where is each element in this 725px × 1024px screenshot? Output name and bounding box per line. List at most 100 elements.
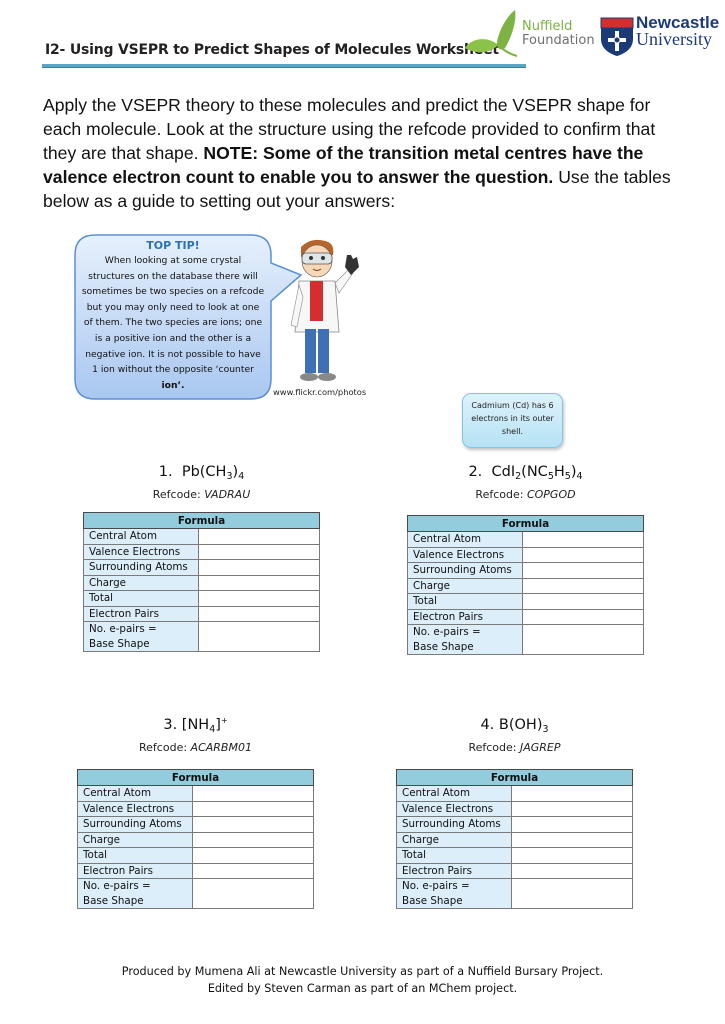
answer-cell[interactable] <box>511 878 633 909</box>
tip-text: TOP TIP! When looking at some crystal st… <box>81 239 265 393</box>
answer-cell[interactable] <box>192 800 314 817</box>
answer-cell[interactable] <box>198 590 320 607</box>
table-row: Central Atom <box>396 785 633 802</box>
table-row: Valence Electrons <box>396 800 633 817</box>
table-row: Total <box>407 593 644 610</box>
table-header: Formula <box>83 512 320 529</box>
table-row: No. e-pairs = Base Shape <box>407 624 644 655</box>
table-row: Valence Electrons <box>83 543 320 560</box>
table-row: Charge <box>407 577 644 594</box>
worksheet-title: I2- Using VSEPR to Predict Shapes of Mol… <box>45 42 499 58</box>
table-row: Surrounding Atoms <box>83 559 320 576</box>
answer-cell[interactable] <box>522 546 644 563</box>
molecule-3-title: 3. [NH4]+ <box>77 716 314 735</box>
table-row: Charge <box>396 831 633 848</box>
answer-cell[interactable] <box>522 593 644 610</box>
answer-cell[interactable] <box>192 785 314 802</box>
answer-cell[interactable] <box>511 831 633 848</box>
nuffield-wordmark: Nuffield Foundation <box>522 20 595 48</box>
newcastle-line2: University <box>636 29 712 49</box>
answer-cell[interactable] <box>511 816 633 833</box>
answer-cell[interactable] <box>192 862 314 879</box>
footer-line-1: Produced by Mumena Ali at Newcastle Univ… <box>121 965 604 978</box>
table-row: Surrounding Atoms <box>407 562 644 579</box>
footer: Produced by Mumena Ali at Newcastle Univ… <box>0 963 725 997</box>
answer-cell[interactable] <box>522 624 644 655</box>
formula-table-2: Formula Central Atom Valence Electrons S… <box>407 515 644 655</box>
table-row: Electron Pairs <box>77 862 314 879</box>
answer-cell[interactable] <box>522 608 644 625</box>
answer-cell[interactable] <box>522 562 644 579</box>
table-row: Surrounding Atoms <box>396 816 633 833</box>
newcastle-wordmark: Newcastle University <box>636 14 719 48</box>
answer-cell[interactable] <box>198 543 320 560</box>
molecule-4-title: 4. B(OH)3 <box>396 717 633 735</box>
refcode-value: COPGOD <box>526 488 576 501</box>
scientist-cartoon-icon <box>287 237 367 387</box>
nuffield-line2: Foundation <box>522 33 595 48</box>
answer-cell[interactable] <box>192 878 314 909</box>
answer-cell[interactable] <box>192 831 314 848</box>
answer-cell[interactable] <box>198 528 320 545</box>
refcode-value: VADRAU <box>204 488 251 501</box>
table-row: Surrounding Atoms <box>77 816 314 833</box>
table-header: Formula <box>396 769 633 786</box>
table-row: Charge <box>83 574 320 591</box>
nuffield-line1: Nuffield <box>522 19 573 34</box>
molecule-number: 3. <box>163 717 178 733</box>
top-tip-bubble: TOP TIP! When looking at some crystal st… <box>73 233 303 400</box>
table-header: Formula <box>77 769 314 786</box>
table-row: Total <box>77 847 314 864</box>
molecule-1-title: 1. Pb(CH3)4 <box>83 464 320 482</box>
answer-cell[interactable] <box>511 847 633 864</box>
table-row: Valence Electrons <box>407 546 644 563</box>
answer-cell[interactable] <box>192 847 314 864</box>
answer-cell[interactable] <box>192 816 314 833</box>
molecule-1-refcode: Refcode: VADRAU <box>152 488 251 501</box>
answer-cell[interactable] <box>511 785 633 802</box>
answer-cell[interactable] <box>511 800 633 817</box>
molecule-number: 2. <box>468 464 483 480</box>
answer-cell[interactable] <box>198 559 320 576</box>
answer-cell[interactable] <box>198 574 320 591</box>
molecule-formula: Pb(CH3)4 <box>181 464 245 482</box>
answer-cell[interactable] <box>198 621 320 652</box>
table-row: No. e-pairs = Base Shape <box>77 878 314 909</box>
footer-line-2: Edited by Steven Carman as part of an MC… <box>207 982 518 995</box>
image-credit: www.flickr.com/photos <box>273 387 367 397</box>
formula-table-3: Formula Central Atom Valence Electrons S… <box>77 769 314 909</box>
table-row: Central Atom <box>407 531 644 548</box>
tip-body-bold: ion’. <box>161 379 185 391</box>
molecule-number: 1. <box>158 464 173 480</box>
molecule-3-refcode: Refcode: ACARBM01 <box>139 741 252 754</box>
refcode-value: JAGREP <box>520 741 561 754</box>
answer-cell[interactable] <box>198 605 320 622</box>
molecule-formula: [NH4]+ <box>181 716 228 735</box>
table-row: Electron Pairs <box>83 605 320 622</box>
refcode-value: ACARBM01 <box>190 741 252 754</box>
table-row: Total <box>83 590 320 607</box>
formula-table-1: Formula Central Atom Valence Electrons S… <box>83 512 320 652</box>
molecule-4-refcode: Refcode: JAGREP <box>468 741 561 754</box>
intro-paragraph: Apply the VSEPR theory to these molecule… <box>43 93 693 213</box>
table-row: Charge <box>77 831 314 848</box>
molecule-formula: B(OH)3 <box>498 717 549 735</box>
nuffield-seed-icon <box>465 10 518 57</box>
table-row: Central Atom <box>77 785 314 802</box>
answer-cell[interactable] <box>522 577 644 594</box>
table-row: Total <box>396 847 633 864</box>
table-row: Valence Electrons <box>77 800 314 817</box>
cadmium-note: Cadmium (Cd) has 6 electrons in its oute… <box>462 393 563 448</box>
table-row: No. e-pairs = Base Shape <box>83 621 320 652</box>
molecule-formula: CdI2(NC5H5)4 <box>491 464 583 482</box>
answer-cell[interactable] <box>522 531 644 548</box>
newcastle-shield-icon <box>600 17 634 57</box>
molecule-2-title: 2. CdI2(NC5H5)4 <box>407 464 644 482</box>
molecule-2-refcode: Refcode: COPGOD <box>475 488 576 501</box>
table-row: Electron Pairs <box>407 608 644 625</box>
answer-cell[interactable] <box>511 862 633 879</box>
table-header: Formula <box>407 515 644 532</box>
header-rule <box>42 64 526 68</box>
table-row: Central Atom <box>83 528 320 545</box>
tip-title: TOP TIP! <box>146 239 200 252</box>
